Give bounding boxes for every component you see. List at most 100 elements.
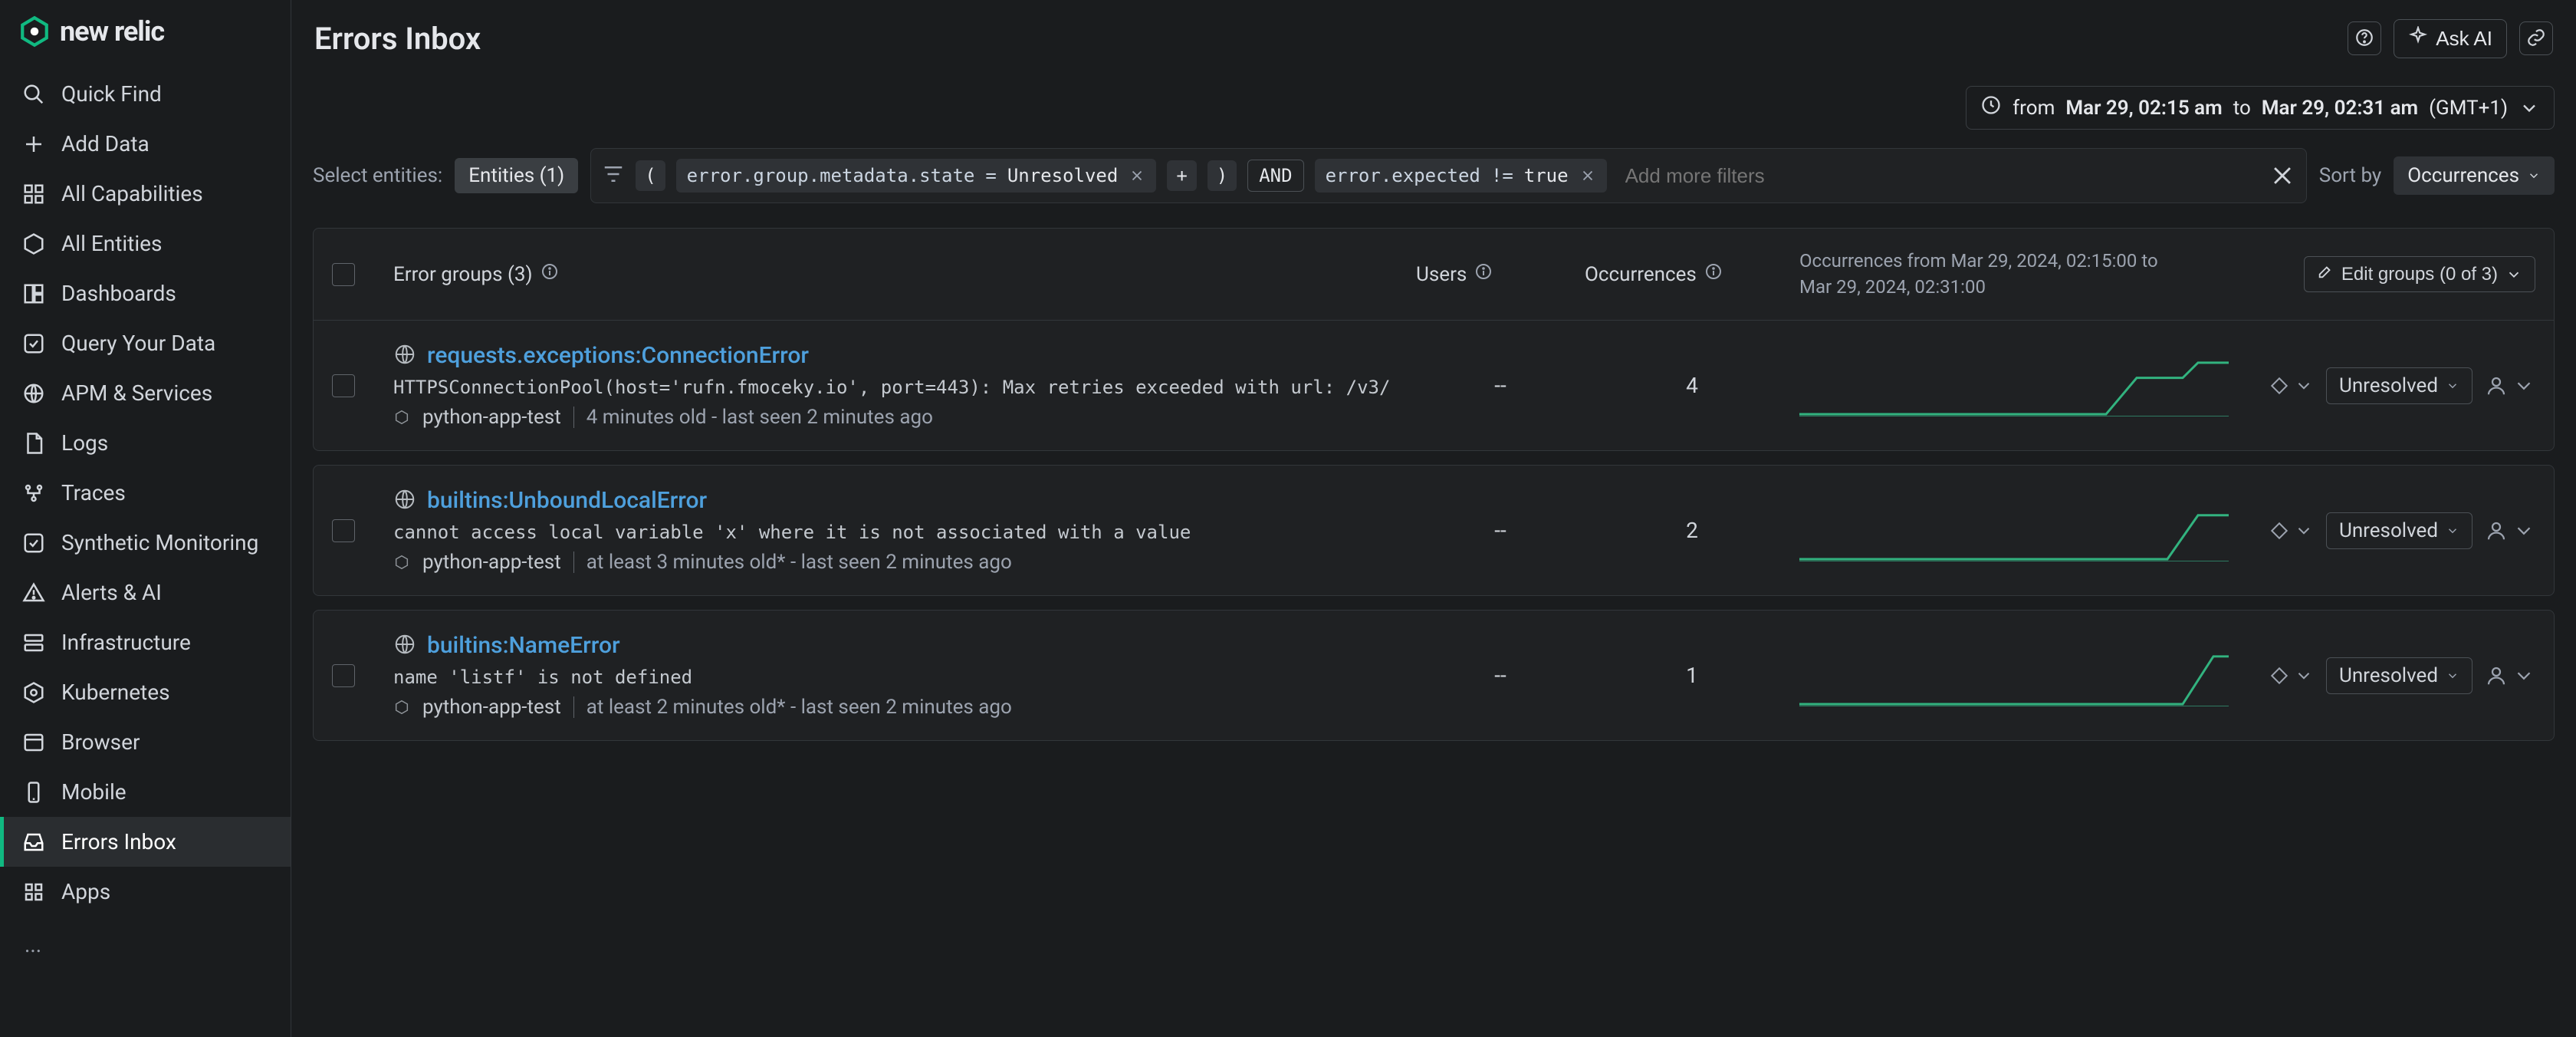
globe-icon: [393, 633, 416, 659]
window-icon: [21, 730, 46, 755]
tag-button[interactable]: [2269, 666, 2314, 686]
chevron-down-icon: [2294, 376, 2314, 396]
sidebar-item-errors-inbox[interactable]: Errors Inbox: [0, 817, 291, 867]
state-value: Unresolved: [2339, 519, 2438, 542]
error-title-link[interactable]: builtins:NameError: [427, 632, 620, 659]
file-icon: [21, 431, 46, 456]
row-checkbox[interactable]: [332, 374, 355, 397]
table-row: builtins:NameError name 'listf' is not d…: [313, 610, 2555, 741]
sidebar-item-add-data[interactable]: Add Data: [0, 119, 291, 169]
app-name[interactable]: python-app-test: [422, 406, 561, 429]
error-title-link[interactable]: builtins:UnboundLocalError: [427, 487, 707, 514]
sidebar-item-mobile[interactable]: Mobile: [0, 767, 291, 817]
trace-icon: [21, 481, 46, 505]
apps-icon: [21, 880, 46, 904]
state-value: Unresolved: [2339, 664, 2438, 687]
users-value: --: [1416, 518, 1585, 543]
copy-link-button[interactable]: [2519, 21, 2553, 55]
sidebar-item-label: Quick Find: [61, 81, 162, 107]
chevron-down-icon: [2446, 524, 2459, 538]
edit-groups-button[interactable]: Edit groups (0 of 3): [2304, 256, 2535, 292]
table-row: requests.exceptions:ConnectionError HTTP…: [313, 321, 2555, 451]
add-filters-input[interactable]: [1625, 164, 2259, 188]
error-age: at least 2 minutes old* - last seen 2 mi…: [586, 696, 1012, 719]
close-paren-chip[interactable]: ): [1208, 160, 1237, 191]
error-message: name 'listf' is not defined: [393, 667, 1416, 688]
assignee-button[interactable]: [2485, 664, 2535, 687]
chevron-down-icon: [2294, 521, 2314, 541]
state-select[interactable]: Unresolved: [2326, 367, 2472, 404]
state-select[interactable]: Unresolved: [2326, 657, 2472, 694]
time-range-tz: (GMT+1): [2429, 97, 2508, 120]
chevron-down-icon: [2446, 379, 2459, 393]
sidebar-item-alerts[interactable]: Alerts & AI: [0, 568, 291, 617]
brand-name: new relic: [60, 15, 164, 48]
help-button[interactable]: [2348, 21, 2381, 55]
sidebar-item-query[interactable]: Query Your Data: [0, 318, 291, 368]
occurrences-value: 2: [1585, 518, 1799, 543]
table-header: Error groups (3) Users Occurrences Occur…: [313, 228, 2555, 321]
row-checkbox[interactable]: [332, 664, 355, 687]
sidebar-item-synthetic[interactable]: Synthetic Monitoring: [0, 518, 291, 568]
error-age: at least 3 minutes old* - last seen 2 mi…: [586, 551, 1012, 574]
add-chip-button[interactable]: +: [1167, 160, 1196, 191]
hexagon-icon: [393, 409, 410, 426]
sidebar-item-all-capabilities[interactable]: All Capabilities: [0, 169, 291, 219]
tag-button[interactable]: [2269, 376, 2314, 396]
filter-chip-val: Unresolved: [1007, 165, 1119, 186]
sidebar-more-button[interactable]: ...: [0, 917, 291, 973]
assignee-button[interactable]: [2485, 519, 2535, 542]
page-title: Errors Inbox: [314, 21, 481, 57]
sidebar-item-label: All Entities: [61, 231, 162, 256]
filter-chip-expected[interactable]: error.expected != true: [1315, 159, 1607, 193]
time-range-prefix: from: [2013, 97, 2055, 120]
assignee-button[interactable]: [2485, 374, 2535, 397]
sidebar-item-apps[interactable]: Apps: [0, 867, 291, 917]
select-all-checkbox[interactable]: [332, 263, 355, 286]
entities-chip[interactable]: Entities (1): [455, 158, 578, 193]
sidebar-item-logs[interactable]: Logs: [0, 418, 291, 468]
info-icon[interactable]: [1704, 262, 1723, 286]
sidebar-item-label: Add Data: [61, 131, 150, 156]
brand-logo[interactable]: new relic: [0, 15, 291, 69]
clear-filters-button[interactable]: [2269, 163, 2295, 189]
sidebar-item-label: Errors Inbox: [61, 829, 176, 854]
time-range-picker[interactable]: from Mar 29, 02:15 am to Mar 29, 02:31 a…: [1966, 86, 2555, 130]
sidebar-item-all-entities[interactable]: All Entities: [0, 219, 291, 268]
row-checkbox[interactable]: [332, 519, 355, 542]
sort-by-value: Occurrences: [2407, 164, 2519, 187]
filter-chip-remove[interactable]: [1579, 167, 1596, 184]
chevron-down-icon: [2505, 266, 2522, 283]
column-occurrences: Occurrences: [1585, 262, 1799, 286]
sidebar-item-traces[interactable]: Traces: [0, 468, 291, 518]
search-icon: [21, 82, 46, 107]
globe-icon: [393, 488, 416, 514]
sidebar-item-label: Kubernetes: [61, 680, 170, 705]
column-users: Users: [1416, 262, 1585, 286]
filter-input-area[interactable]: ( error.group.metadata.state = Unresolve…: [590, 148, 2307, 203]
sidebar-item-kubernetes[interactable]: Kubernetes: [0, 667, 291, 717]
error-cell: builtins:NameError name 'listf' is not d…: [393, 632, 1416, 719]
tag-button[interactable]: [2269, 521, 2314, 541]
chevron-down-icon: [2294, 666, 2314, 686]
more-label: ...: [25, 932, 41, 957]
sidebar-item-apm[interactable]: APM & Services: [0, 368, 291, 418]
filter-chip-key: error.expected: [1326, 165, 1480, 186]
sidebar-item-dashboards[interactable]: Dashboards: [0, 268, 291, 318]
sidebar-item-browser[interactable]: Browser: [0, 717, 291, 767]
info-icon[interactable]: [540, 262, 559, 286]
server-icon: [21, 630, 46, 655]
app-name[interactable]: python-app-test: [422, 696, 561, 719]
sidebar-item-infrastructure[interactable]: Infrastructure: [0, 617, 291, 667]
state-select[interactable]: Unresolved: [2326, 512, 2472, 549]
ask-ai-button[interactable]: Ask AI: [2394, 19, 2507, 58]
filter-chip-state[interactable]: error.group.metadata.state = Unresolved: [676, 159, 1157, 193]
info-icon[interactable]: [1474, 262, 1493, 286]
sidebar-item-quick-find[interactable]: Quick Find: [0, 69, 291, 119]
error-title-link[interactable]: requests.exceptions:ConnectionError: [427, 342, 809, 369]
app-name[interactable]: python-app-test: [422, 551, 561, 574]
open-paren-chip[interactable]: (: [636, 160, 665, 191]
sort-by-select[interactable]: Occurrences: [2394, 156, 2555, 195]
filter-chip-remove[interactable]: [1129, 167, 1145, 184]
filter-chip-val: true: [1524, 165, 1569, 186]
